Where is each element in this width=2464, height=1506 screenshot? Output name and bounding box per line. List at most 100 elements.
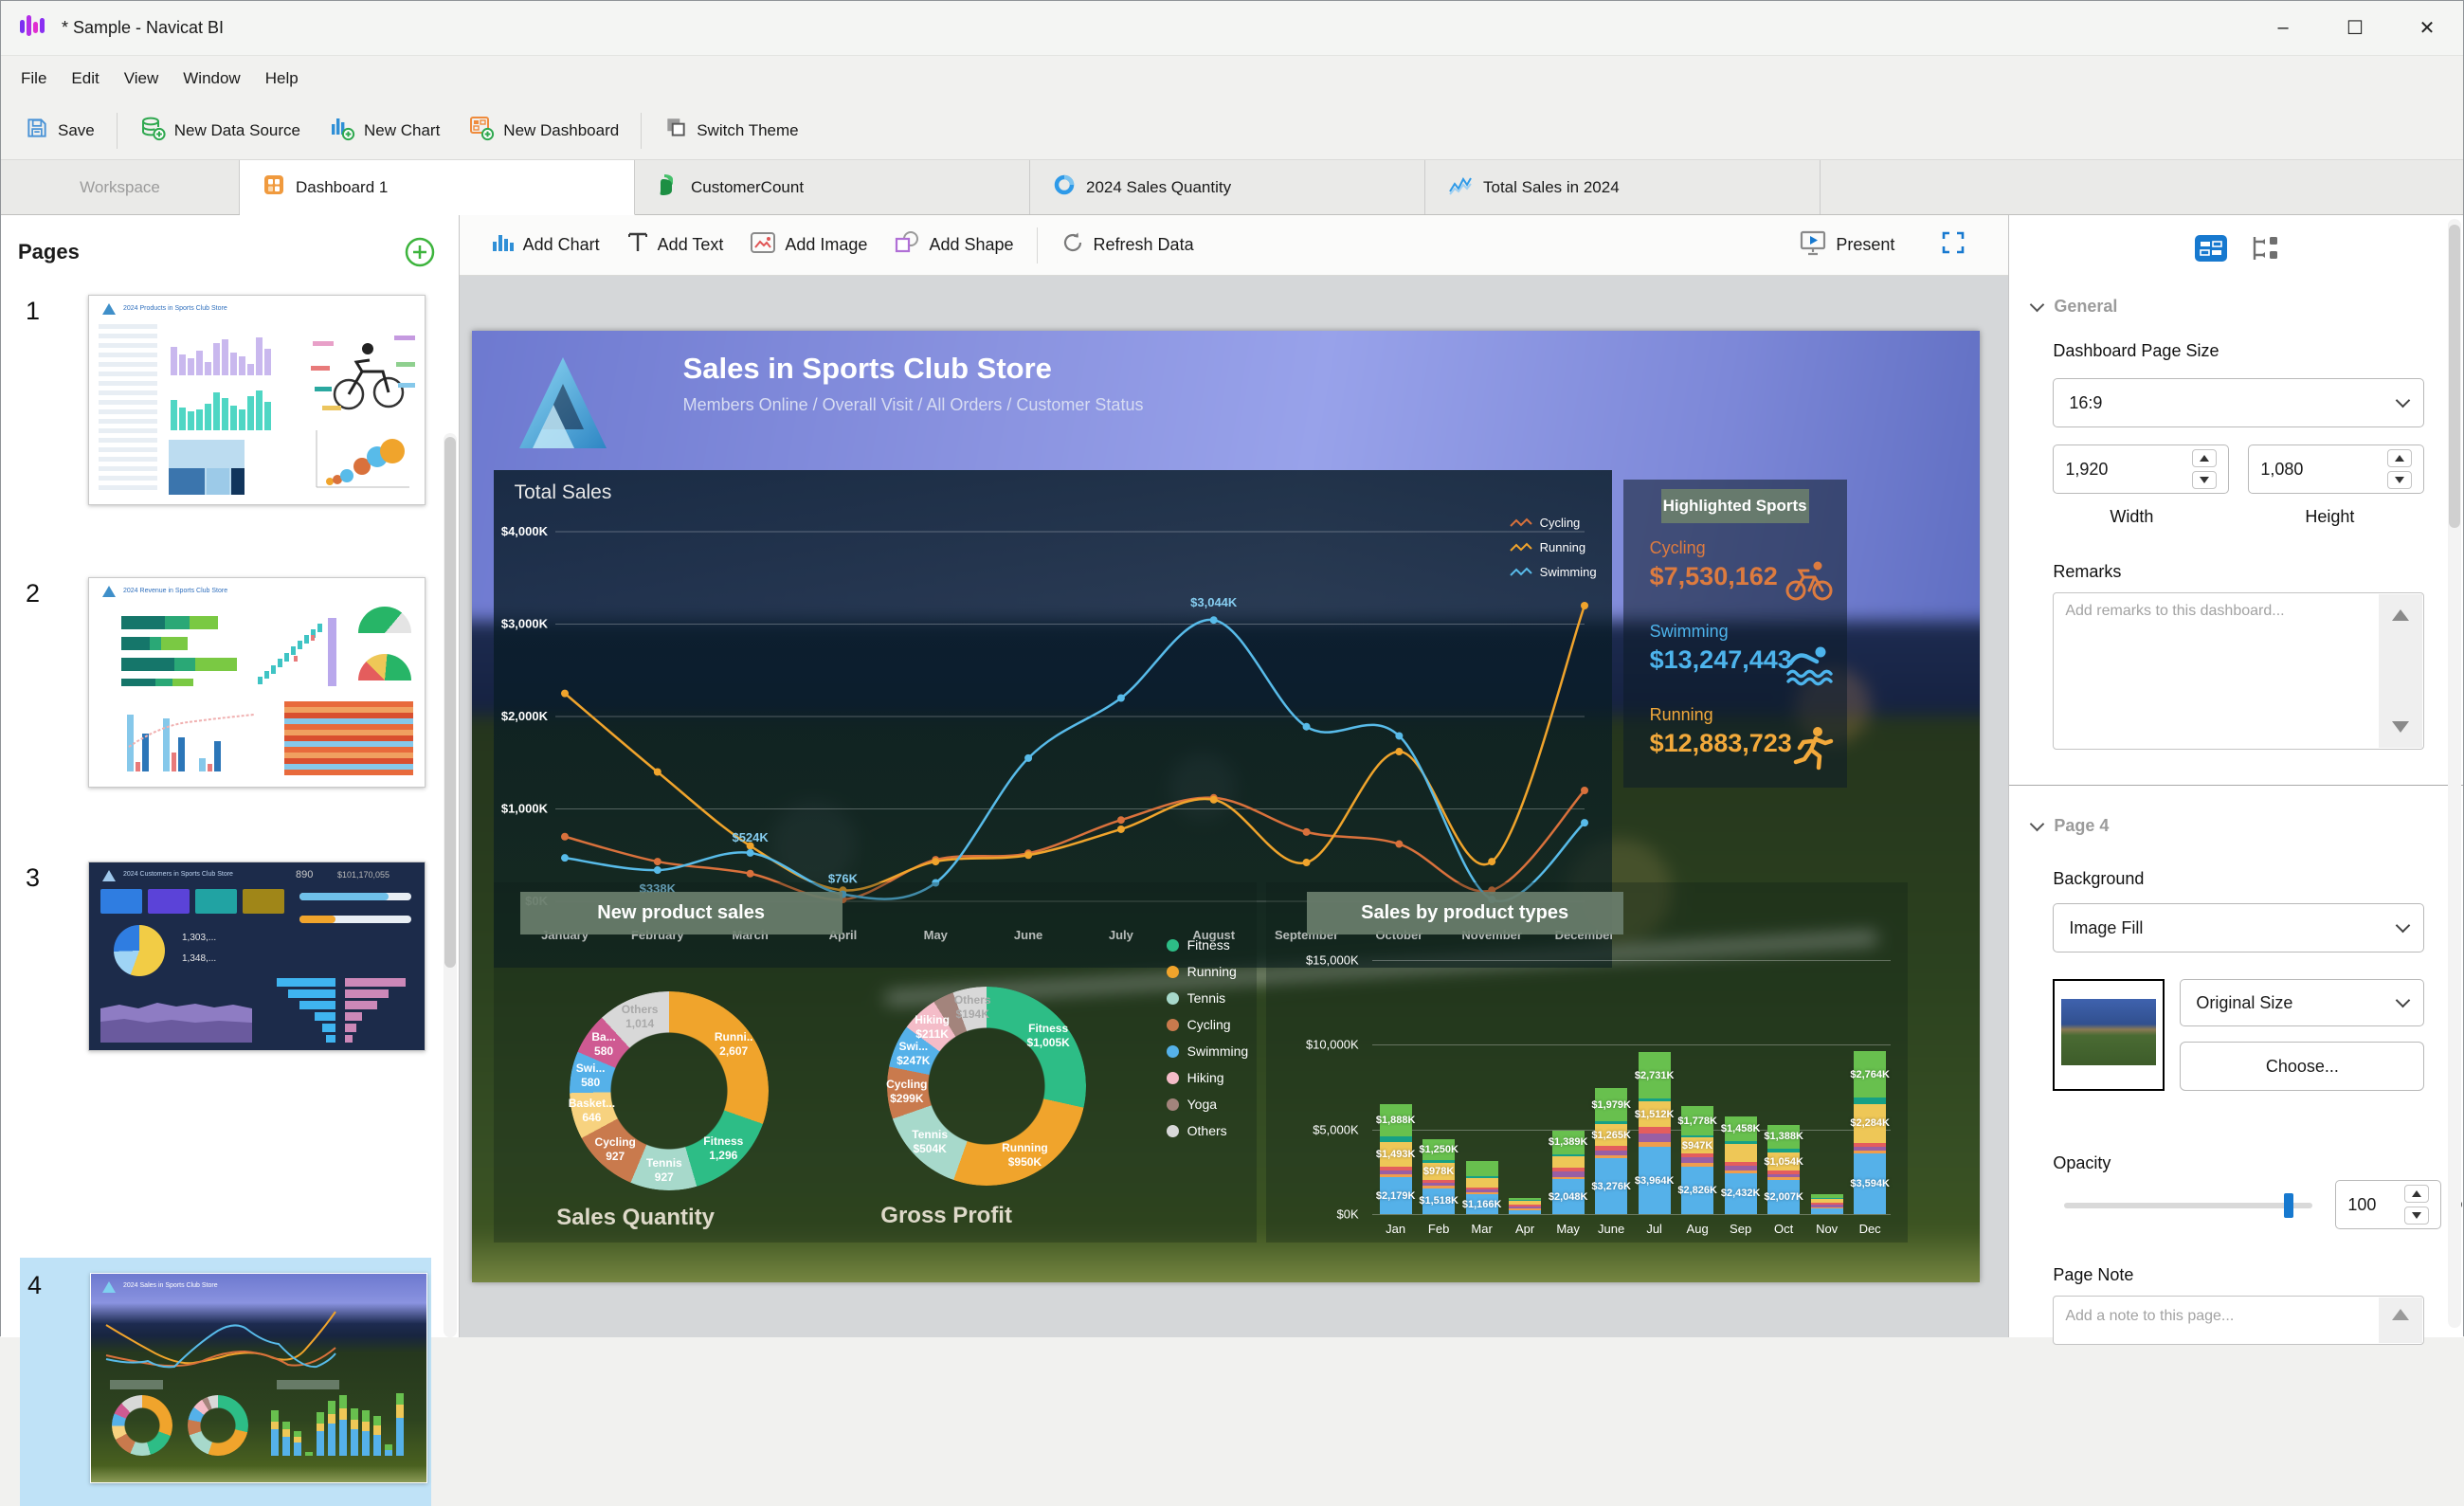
menu-edit[interactable]: Edit — [59, 64, 111, 94]
mini-stat-count: 890 — [296, 869, 313, 880]
page-item-1[interactable]: 1 2024 Products in Sports Club Store — [1, 295, 459, 522]
bar-jan[interactable]: $2,179K$1,493K$1,888K — [1380, 1104, 1412, 1214]
add-chart-icon — [490, 230, 515, 260]
add-chart-button[interactable]: Add Chart — [477, 224, 613, 267]
mini-kpi-3 — [195, 889, 237, 914]
bar-sep[interactable]: $2,432K$1,458K — [1725, 1116, 1757, 1214]
bar-dec[interactable]: $3,594K$2,284K$2,764K — [1854, 1051, 1886, 1214]
new-chart-button[interactable]: New Chart — [315, 110, 454, 152]
remarks-scrollbar[interactable] — [2379, 594, 2422, 748]
tab-sales-quantity-2024[interactable]: 2024 Sales Quantity — [1030, 160, 1425, 214]
width-down-button[interactable] — [2192, 471, 2217, 489]
new-data-source-button[interactable]: New Data Source — [125, 110, 315, 152]
highlighted-running: Running$12,883,723 — [1650, 705, 1792, 758]
choose-image-button[interactable]: Choose... — [2180, 1042, 2424, 1091]
bar-segment-running — [1509, 1201, 1541, 1205]
bar-segment-cycling — [1380, 1174, 1412, 1177]
dashboard-properties-view-icon[interactable] — [2194, 234, 2228, 267]
opacity-input[interactable]: 100 — [2335, 1180, 2441, 1229]
bar-oct[interactable]: $2,007K$1,054K$1,388K — [1767, 1125, 1800, 1214]
image-size-select[interactable]: Original Size — [2180, 979, 2424, 1026]
opacity-slider[interactable] — [2064, 1203, 2312, 1208]
dashboard-page[interactable]: Sales in Sports Club Store Members Onlin… — [472, 331, 1980, 1282]
width-up-button[interactable] — [2192, 449, 2217, 467]
refresh-data-button[interactable]: Refresh Data — [1047, 224, 1207, 267]
donut-segment-label-tennis: Tennis$504K — [912, 1128, 948, 1156]
sales-by-product-types-panel[interactable]: Sales by product types $0K$5,000K$10,000… — [1266, 882, 1908, 1243]
bar-apr[interactable] — [1509, 1198, 1541, 1214]
general-section-header[interactable]: General — [2032, 297, 2117, 317]
add-text-button[interactable]: Add Text — [613, 224, 737, 267]
minimize-button[interactable]: – — [2247, 1, 2319, 55]
mini-badge — [277, 1380, 339, 1389]
page-thumbnail-1[interactable]: 2024 Products in Sports Club Store — [88, 295, 426, 505]
dashboard-canvas[interactable]: Sales in Sports Club Store Members Onlin… — [460, 276, 2009, 1337]
opacity-slider-handle[interactable] — [2284, 1193, 2293, 1218]
bar-may[interactable]: $2,048K$1,389K — [1552, 1131, 1585, 1214]
tab-customer-count[interactable]: CustomerCount — [635, 160, 1030, 214]
opacity-down-button[interactable] — [2404, 1207, 2429, 1225]
background-fill-select[interactable]: Image Fill — [2053, 903, 2424, 953]
menu-file[interactable]: File — [9, 64, 59, 94]
page-size-label: Dashboard Page Size — [2053, 341, 2219, 361]
switch-theme-button[interactable]: Switch Theme — [649, 110, 812, 152]
present-button[interactable]: Present — [1785, 224, 1908, 267]
bar-segment-hiking — [1595, 1146, 1627, 1151]
menu-help[interactable]: Help — [253, 64, 311, 94]
bar-segment-running: $1,512K — [1639, 1101, 1671, 1127]
tab-workspace[interactable]: Workspace — [1, 160, 240, 214]
tab-dashboard-1[interactable]: Dashboard 1 — [240, 160, 635, 215]
page-note-input[interactable]: Add a note to this page... — [2053, 1296, 2424, 1345]
page4-section-header[interactable]: Page 4 — [2032, 816, 2109, 836]
page-thumbnail-3[interactable]: 2024 Customers in Sports Club Store 890 … — [88, 862, 426, 1051]
page-item-2[interactable]: 2 2024 Revenue in Sports Club Store — [1, 577, 459, 805]
bar-mar[interactable]: $1,166K — [1466, 1161, 1498, 1214]
bar-segment-tennis — [1767, 1149, 1800, 1153]
bar-segment-tennis — [1380, 1136, 1412, 1141]
background-image-preview[interactable] — [2053, 979, 2165, 1091]
donut-caption: Gross Profit — [880, 1203, 1012, 1229]
remarks-textarea[interactable]: Add remarks to this dashboard... — [2053, 592, 2424, 750]
page-item-3[interactable]: 3 2024 Customers in Sports Club Store 89… — [1, 862, 459, 1070]
height-up-button[interactable] — [2387, 449, 2412, 467]
sales-quantity-donut[interactable]: Runni..2,607Fitness1,296Tennis927Cycling… — [570, 991, 769, 1190]
bar-june[interactable]: $3,276K$1,265K$1,979K — [1595, 1088, 1627, 1214]
inspector-scrollbar[interactable] — [2448, 219, 2461, 1328]
fullscreen-icon[interactable] — [1940, 229, 1966, 261]
height-input[interactable]: 1,080 — [2248, 445, 2424, 494]
sidebar-scrollbar[interactable] — [444, 433, 457, 1337]
maximize-button[interactable]: ☐ — [2319, 1, 2391, 55]
page-item-4-selected[interactable]: 4 2024 Sales in Sports Club Store — [20, 1258, 431, 1506]
opacity-up-button[interactable] — [2404, 1185, 2429, 1203]
page-size-select[interactable]: 16:9 — [2053, 378, 2424, 427]
page-thumbnail-2[interactable]: 2024 Revenue in Sports Club Store — [88, 577, 426, 788]
menu-view[interactable]: View — [112, 64, 172, 94]
bar-feb[interactable]: $1,518K$978K$1,250K — [1422, 1139, 1455, 1214]
bar-segment-swimming: $2,432K — [1725, 1173, 1757, 1214]
line-chart-icon — [1448, 173, 1473, 201]
bar-aug[interactable]: $2,826K$947K$1,778K — [1681, 1106, 1713, 1214]
donut-segment-label-others: Others1,014 — [622, 1003, 659, 1031]
new-product-sales-panel[interactable]: New product sales Runni..2,607Fitness1,2… — [494, 882, 1257, 1243]
bar-nov[interactable] — [1811, 1194, 1843, 1214]
structure-view-icon[interactable] — [2249, 234, 2279, 267]
menu-window[interactable]: Window — [171, 64, 252, 94]
new-data-source-icon — [139, 115, 166, 146]
bar-segment-cycling — [1811, 1207, 1843, 1209]
new-dashboard-button[interactable]: New Dashboard — [454, 110, 633, 152]
width-input[interactable]: 1,920 — [2053, 445, 2229, 494]
bar-jul[interactable]: $3,964K$1,512K$2,731K — [1639, 1052, 1671, 1214]
gross-profit-donut[interactable]: Fitness$1,005KRunning$950KTennis$504KCyc… — [887, 987, 1086, 1186]
page-thumbnail-4[interactable]: 2024 Sales in Sports Club Store — [90, 1273, 427, 1483]
height-down-button[interactable] — [2387, 471, 2412, 489]
add-image-button[interactable]: Add Image — [736, 224, 880, 267]
close-button[interactable]: ✕ — [2391, 1, 2463, 55]
tab-total-sales-2024[interactable]: Total Sales in 2024 — [1425, 160, 1821, 214]
highlighted-sports-panel[interactable]: Highlighted Sports Cycling$7,530,162Swim… — [1623, 480, 1847, 788]
add-page-button[interactable] — [404, 236, 436, 268]
save-button[interactable]: Save — [10, 110, 109, 152]
bar-segment-yoga — [1466, 1189, 1498, 1192]
bar-segment-hiking — [1380, 1167, 1412, 1170]
add-shape-button[interactable]: Add Shape — [880, 224, 1026, 267]
highlighted-cycling: Cycling$7,530,162 — [1650, 538, 1778, 591]
